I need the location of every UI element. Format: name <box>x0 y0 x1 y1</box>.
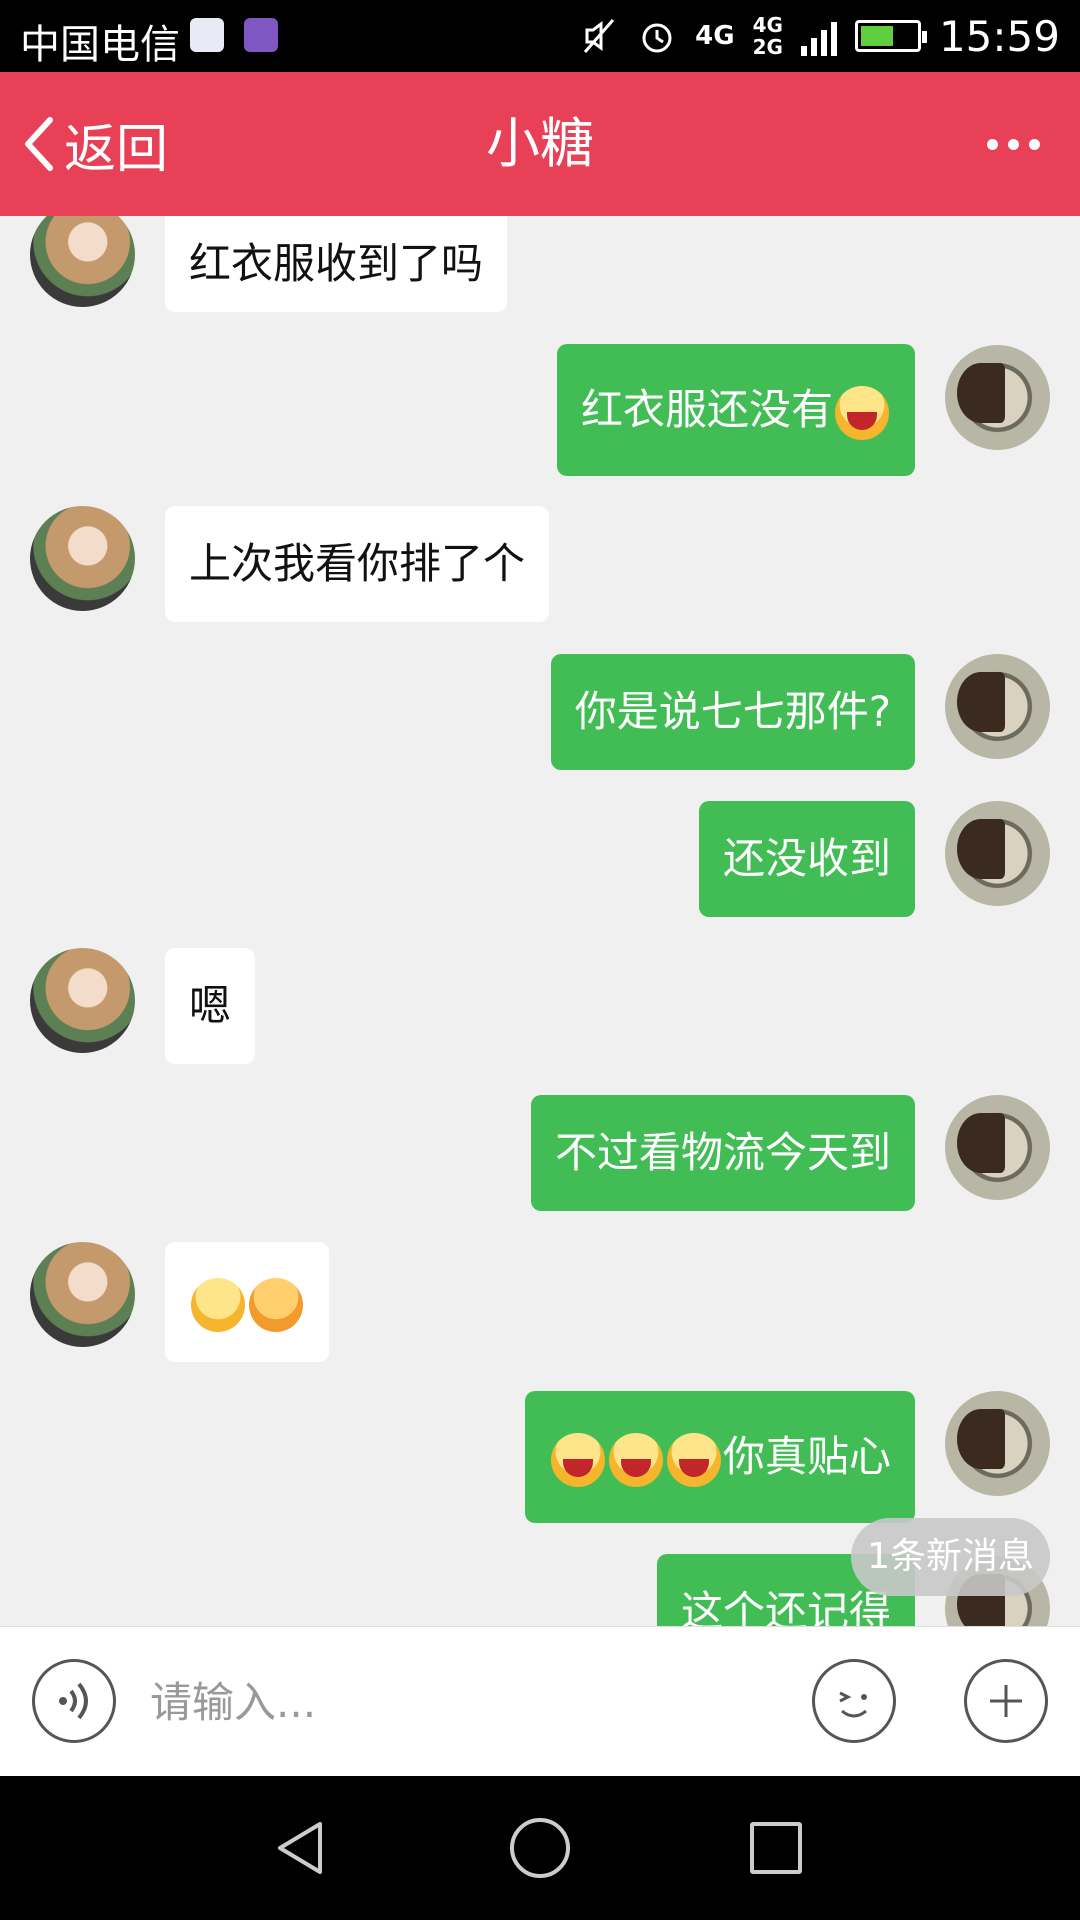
my-avatar[interactable] <box>945 1391 1050 1496</box>
laugh-emoji-icon <box>835 385 889 440</box>
system-nav-bar <box>0 1776 1080 1920</box>
battery-charging-icon <box>854 20 927 52</box>
baidu-app-icon <box>190 18 224 52</box>
my-avatar[interactable] <box>945 654 1050 759</box>
voice-button[interactable] <box>32 1659 116 1743</box>
more-icon-dot <box>1029 138 1040 150</box>
more-icon-dot <box>1008 138 1019 150</box>
more-options-button[interactable] <box>987 72 1040 216</box>
contact-avatar[interactable] <box>30 506 135 611</box>
message-bubble[interactable]: 红衣服收到了吗 <box>165 216 508 312</box>
message-bubble[interactable]: 不过看物流今天到 <box>530 1095 915 1211</box>
message-list[interactable]: 红衣服收到了吗 红衣服还没有 上次我看你排了个 你是说七七那件? 还没收到 嗯 … <box>0 216 1080 1626</box>
status-bar: 中国电信 4G 4G 2G 15:59 <box>0 0 1080 72</box>
nav-home-icon[interactable] <box>510 1818 570 1878</box>
message-bubble[interactable]: 还没收到 <box>698 801 915 917</box>
new-message-badge[interactable]: 1条新消息 <box>851 1518 1050 1596</box>
contact-avatar[interactable] <box>30 216 135 307</box>
wink-emoji-icon <box>191 1277 245 1332</box>
laugh-emoji-icon <box>550 1432 605 1487</box>
my-avatar[interactable] <box>945 1095 1050 1200</box>
voice-icon <box>59 1682 88 1720</box>
message-bubble[interactable]: 嗯 <box>165 948 256 1064</box>
message-input[interactable] <box>150 1667 750 1737</box>
message-bubble[interactable]: 你真贴心 <box>524 1391 915 1523</box>
emoji-button[interactable] <box>812 1659 896 1743</box>
status-time: 15:59 <box>938 11 1060 61</box>
contact-avatar[interactable] <box>30 1242 135 1347</box>
page-title: 小糖 <box>486 112 594 175</box>
status-icons: 4G 4G 2G 15:59 <box>579 0 1060 72</box>
input-bar <box>0 1626 1080 1776</box>
signal-icon <box>800 16 837 56</box>
plus-icon <box>990 1685 1022 1717</box>
battery-fill <box>860 26 893 46</box>
network-4g-label: 4G <box>695 21 735 51</box>
network-dual-label: 4G 2G <box>752 13 783 59</box>
carrier-label: 中国电信 <box>20 22 180 68</box>
message-bubble[interactable]: 你是说七七那件? <box>550 654 915 770</box>
message-bubble[interactable]: 红衣服还没有 <box>556 344 915 476</box>
blush-emoji-icon <box>249 1277 303 1332</box>
contact-avatar[interactable] <box>30 948 135 1053</box>
my-avatar[interactable] <box>945 345 1050 450</box>
more-icon-dot <box>987 138 998 150</box>
chat-header: 返回 小糖 <box>0 72 1080 216</box>
nav-back-icon[interactable] <box>270 1818 330 1878</box>
smiley-icon <box>839 1691 867 1718</box>
message-text: 你真贴心 <box>722 1432 891 1481</box>
my-avatar[interactable] <box>945 801 1050 906</box>
laugh-emoji-icon <box>608 1432 663 1487</box>
gallery-app-icon <box>244 18 278 52</box>
message-text: 红衣服还没有 <box>580 385 833 434</box>
add-attachment-button[interactable] <box>964 1659 1048 1743</box>
nav-recent-apps-icon[interactable] <box>750 1822 802 1874</box>
mute-icon <box>584 19 615 53</box>
message-bubble[interactable] <box>165 1242 329 1362</box>
message-bubble[interactable]: 上次我看你排了个 <box>165 506 550 622</box>
laugh-emoji-icon <box>666 1432 721 1487</box>
alarm-icon <box>642 23 672 53</box>
